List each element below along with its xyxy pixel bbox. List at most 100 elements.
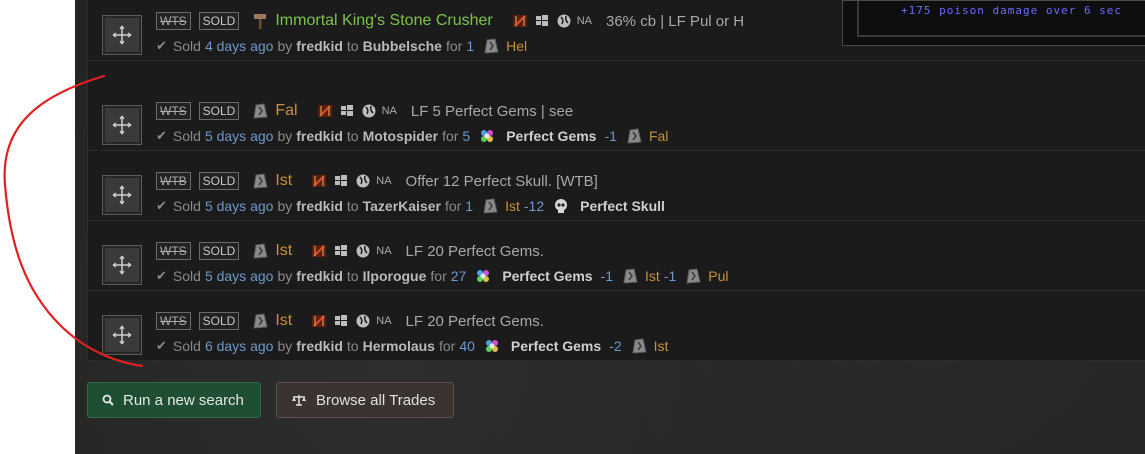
status-badge: SOLD [198,12,240,30]
seller-link[interactable]: fredkid [296,128,343,144]
to-label: to [346,198,359,214]
rune-icon [253,173,268,189]
item-name-link[interactable]: Ist [275,312,292,330]
seller-link[interactable]: fredkid [296,338,343,354]
sale-info: ✔ Sold 6 days ago by fredkid to Hermolau… [156,337,668,355]
item-name-link[interactable]: Ist [275,172,292,190]
buyer-link[interactable]: Motospider [363,128,438,144]
rune-icon [623,268,638,284]
price-item-amount: -12 [523,198,545,214]
trade-list: WTS SOLD Immortal King's Stone Crusher N… [87,0,1145,361]
price-item-amount: -1 [600,268,614,284]
windows-icon [535,15,548,26]
region-label: NA [376,175,392,187]
to-label: to [346,128,359,144]
buyer-link[interactable]: Bubbelsche [363,38,442,54]
status-badge: SOLD [198,102,240,120]
for-label: for [430,268,447,284]
status-badge: SOLD [198,172,240,190]
to-label: to [346,268,359,284]
price-item-name: Perfect Gems [506,128,597,144]
item-thumbnail[interactable] [102,105,142,145]
by-label: by [277,38,293,54]
trade-header: WTS SOLD Ist NA LF 20 Perfect Gems. [156,310,544,332]
for-label: for [444,198,462,214]
time-ago: 5 days ago [204,268,274,284]
buyer-link[interactable]: Hermolaus [363,338,435,354]
item-tooltip: +175 poison damage over 6 sec [842,0,1145,46]
trade-header: WTB SOLD Ist NA Offer 12 Perfect Skull. … [156,170,598,192]
buyer-link[interactable]: TazerKaiser [363,198,441,214]
seller-link[interactable]: fredkid [296,38,343,54]
run-new-search-button[interactable]: Run a new search [87,382,261,418]
rune-icon [253,103,268,119]
price-item-name: Perfect Gems [510,338,602,354]
gem-icon [481,130,494,142]
seller-link[interactable]: fredkid [296,198,343,214]
price-item-name: Fal [648,128,669,144]
region-label: NA [376,315,392,327]
sold-label: Sold [172,128,201,144]
trade-type-badge: WTS [156,102,191,120]
item-name-link[interactable]: Ist [275,242,292,260]
ladder-disabled-icon [317,105,332,117]
check-icon: ✔ [156,128,167,143]
item-name-link[interactable]: Fal [275,102,297,120]
browse-all-trades-label: Browse all Trades [316,391,436,409]
sale-info: ✔ Sold 4 days ago by fredkid to Bubbelsc… [156,37,527,55]
trade-row[interactable]: WTS SOLD Ist NA LF 20 Perfect Gems. ✔ So… [88,220,1145,291]
rune-icon [484,38,499,54]
trade-row[interactable]: WTS SOLD Fal NA LF 5 Perfect Gems | see … [88,80,1145,151]
trade-description: Offer 12 Perfect Skull. [WTB] [405,172,598,190]
buyer-link[interactable]: Ilporogue [363,268,427,284]
trade-description: 36% cb | LF Pul or H [606,12,745,30]
by-label: by [277,198,293,214]
rune-icon [632,338,647,354]
trade-header: WTS SOLD Ist NA LF 20 Perfect Gems. [156,240,544,262]
tooltip-text: +175 poison damage over 6 sec [901,4,1123,17]
windows-icon [335,315,348,326]
quantity: 27 [450,268,467,284]
sold-label: Sold [172,268,201,284]
search-icon [102,394,114,406]
item-thumbnail[interactable] [102,315,142,355]
for-label: for [445,38,463,54]
price-item-amount: -1 [663,268,677,284]
rune-icon [253,313,268,329]
price-item-name: Perfect Gems [502,268,593,284]
trade-type-badge: WTS [156,312,191,330]
hammer-icon [254,14,267,29]
item-thumbnail[interactable] [102,175,142,215]
trade-description: LF 20 Perfect Gems. [405,312,544,330]
globe-icon [356,314,370,328]
check-icon: ✔ [156,198,167,213]
quantity: 1 [465,198,474,214]
trade-row[interactable]: WTB SOLD Ist NA Offer 12 Perfect Skull. … [88,150,1145,221]
check-icon: ✔ [156,338,167,353]
by-label: by [277,338,293,354]
item-thumbnail[interactable] [102,15,142,55]
trade-description: LF 20 Perfect Gems. [405,242,544,260]
sale-info: ✔ Sold 5 days ago by fredkid to Ilporogu… [156,267,729,285]
to-label: to [346,338,359,354]
run-new-search-label: Run a new search [123,391,244,409]
price-item-amount: -1 [604,128,617,144]
rune-icon [627,128,642,144]
globe-icon [362,104,376,118]
item-thumbnail[interactable] [102,245,142,285]
browse-all-trades-button[interactable]: Browse all Trades [276,382,454,418]
skull-icon [555,199,568,213]
sold-label: Sold [172,198,201,214]
sale-info: ✔ Sold 5 days ago by fredkid to TazerKai… [156,197,669,215]
status-badge: SOLD [198,242,240,260]
time-ago: 5 days ago [204,198,274,214]
scale-icon [292,395,306,406]
seller-link[interactable]: fredkid [296,268,343,284]
rune-icon [483,198,498,214]
move-arrows-icon [112,115,132,135]
windows-icon [335,175,348,186]
item-name-link[interactable]: Immortal King's Stone Crusher [275,12,492,30]
trade-header: WTS SOLD Fal NA LF 5 Perfect Gems | see [156,100,573,122]
trade-row[interactable]: WTS SOLD Ist NA LF 20 Perfect Gems. ✔ So… [88,290,1145,361]
to-label: to [346,38,359,54]
